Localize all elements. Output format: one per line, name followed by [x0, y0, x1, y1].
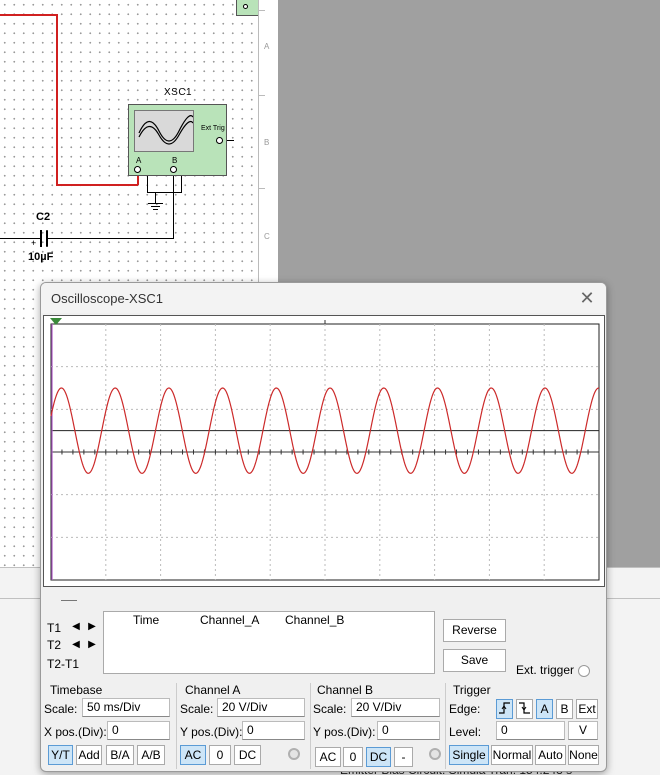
wire-ground-down [155, 192, 156, 203]
channel-a-ac-button[interactable]: AC [180, 745, 206, 765]
scope-pin-b-label: B [172, 156, 178, 165]
capacitor-plate-left [40, 230, 42, 247]
wire-red-vertical [56, 14, 58, 185]
reverse-button[interactable]: Reverse [443, 619, 506, 642]
timebase-mode-ba-button[interactable]: B/A [106, 745, 134, 765]
readout-col-channel-b: Channel_B [285, 613, 345, 627]
trigger-mode-normal-button[interactable]: Normal [491, 745, 533, 765]
cursor-t1-label: T1 [47, 621, 62, 635]
top-component-pin-left[interactable] [243, 4, 248, 9]
scope-pin-a-label: A [136, 156, 142, 165]
ext-trigger-label: Ext. trigger [516, 663, 575, 677]
rising-edge-icon[interactable] [496, 699, 513, 719]
readout-col-channel-a: Channel_A [200, 613, 260, 627]
timebase-mode-yt-button[interactable]: Y/T [48, 745, 73, 765]
channel-b-scale-field[interactable]: 20 V/Div [351, 698, 440, 717]
t2-arrow-right-icon[interactable]: ▶ [85, 639, 99, 651]
channel-b-zero-button[interactable]: 0 [343, 747, 363, 767]
timebase-mode-ab-button[interactable]: A/B [137, 745, 165, 765]
wire-b-down [173, 170, 174, 239]
panel-grip[interactable] [61, 600, 77, 601]
scope-symbol[interactable]: Ext Trig A B [128, 104, 227, 176]
ground-bar-3 [153, 209, 158, 210]
channel-b-ac-button[interactable]: AC [315, 747, 341, 767]
channel-b-ypos-field[interactable]: 0 [377, 721, 440, 740]
capacitor-value: 10µF [28, 251, 54, 263]
channel-b-scale-label: Scale: [313, 702, 347, 716]
timebase-scale-field[interactable]: 50 ms/Div [82, 698, 170, 717]
scope-display[interactable] [43, 315, 605, 587]
falling-edge-icon[interactable] [516, 699, 533, 719]
channel-b-color-indicator[interactable] [429, 748, 441, 760]
channel-a-zero-button[interactable]: 0 [209, 745, 231, 765]
t2-arrow-left-icon[interactable]: ◀ [69, 639, 83, 651]
scope-symbol-screen-icon [134, 110, 194, 152]
channel-a-color-indicator[interactable] [288, 748, 300, 760]
ruler-label-b: B [264, 138, 270, 147]
title-bar[interactable]: Oscilloscope-XSC1 ✕ [41, 283, 606, 313]
trigger-level-unit[interactable]: V [568, 721, 598, 740]
ground-bar-1 [148, 203, 163, 204]
trigger-mode-single-button[interactable]: Single [449, 745, 489, 765]
window-title: Oscilloscope-XSC1 [51, 291, 163, 306]
t1-arrow-left-icon[interactable]: ◀ [69, 621, 83, 633]
cursor-t2-label: T2 [47, 638, 62, 652]
channel-a-ypos-label: Y pos.(Div): [180, 725, 243, 739]
ruler-label-a: A [264, 42, 270, 51]
scope-ext-trig-label: Ext Trig [201, 125, 225, 132]
wire-red-horizontal-bottom [56, 184, 138, 186]
trigger-level-field[interactable]: 0 [496, 721, 565, 740]
channel-a-ypos-field[interactable]: 0 [242, 721, 305, 740]
scope-symbol-label: XSC1 [164, 87, 193, 98]
cursor-readout-table: Time Channel_A Channel_B [103, 611, 435, 674]
channel-b-title: Channel B [317, 683, 374, 697]
trigger-edge-label: Edge: [449, 702, 481, 716]
ruler-label-c: C [264, 232, 270, 241]
scope-display-svg [50, 318, 600, 581]
trigger-source-b-button[interactable]: B [556, 699, 573, 719]
trigger-mode-auto-button[interactable]: Auto [535, 745, 566, 765]
wire-red-horizontal-top [0, 14, 57, 16]
channel-b-ypos-label: Y pos.(Div): [313, 725, 376, 739]
scope-pin-b[interactable] [170, 166, 177, 173]
ext-trigger-radio[interactable] [578, 665, 590, 677]
trigger-source-ext-button[interactable]: Ext [576, 699, 598, 719]
trigger-mode-none-button[interactable]: None [568, 745, 599, 765]
channel-a-scale-field[interactable]: 20 V/Div [217, 698, 305, 717]
readout-col-time: Time [133, 613, 160, 627]
t1-arrow-right-icon[interactable]: ▶ [85, 621, 99, 633]
wire-c2-right [48, 238, 174, 239]
capacitor-plate-right [46, 230, 48, 247]
timebase-scale-label: Scale: [44, 702, 78, 716]
capacitor-name: C2 [36, 211, 51, 223]
ground-bar-2 [151, 206, 160, 207]
scope-pin-a[interactable] [134, 166, 141, 173]
channel-b-invert-button[interactable]: - [394, 747, 413, 767]
channel-b-dc-button[interactable]: DC [366, 747, 391, 767]
wire-ground-h [147, 192, 182, 193]
timebase-xpos-field[interactable]: 0 [107, 721, 170, 740]
cursor-delta-label: T2-T1 [47, 657, 80, 671]
oscilloscope-window[interactable]: Oscilloscope-XSC1 ✕ T1 ◀ ▶ T2 ◀ ▶ T2-T1 … [40, 282, 607, 772]
timebase-title: Timebase [50, 683, 103, 697]
timebase-xpos-label: X pos.(Div): [44, 725, 107, 739]
channel-a-dc-button[interactable]: DC [234, 745, 261, 765]
trigger-title: Trigger [453, 683, 491, 697]
trigger-level-label: Level: [449, 725, 482, 739]
save-button[interactable]: Save [443, 649, 506, 672]
trigger-source-a-button[interactable]: A [536, 699, 553, 719]
timebase-mode-add-button[interactable]: Add [76, 745, 102, 765]
channel-a-title: Channel A [185, 683, 241, 697]
close-icon[interactable]: ✕ [576, 287, 598, 309]
channel-a-scale-label: Scale: [180, 702, 214, 716]
capacitor-plus: + [31, 238, 37, 248]
scope-ext-trig-pin[interactable] [216, 137, 223, 144]
